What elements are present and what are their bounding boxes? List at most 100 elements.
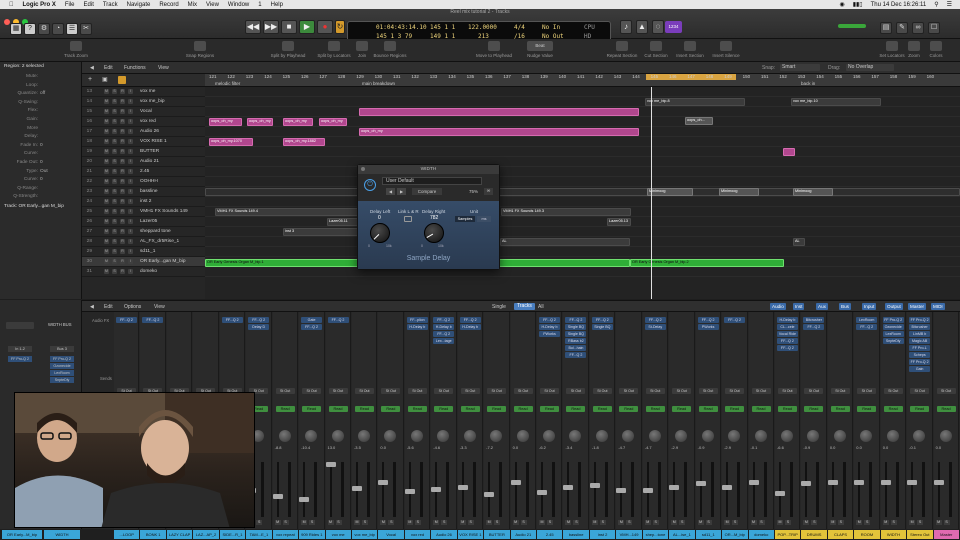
- plugin-slot[interactable]: LinMB b: [909, 331, 931, 337]
- fader-cap[interactable]: [774, 490, 785, 496]
- output-slot[interactable]: St Out: [936, 388, 956, 394]
- track-record-enable-button[interactable]: R: [120, 149, 125, 154]
- track-name[interactable]: bassline: [140, 189, 158, 194]
- marker-back-in[interactable]: back in: [801, 81, 815, 86]
- menu-track[interactable]: Track: [103, 2, 118, 8]
- track-name[interactable]: Lazer05: [140, 219, 157, 224]
- smart-controls-button[interactable]: ◔: [52, 23, 64, 35]
- link-icon[interactable]: ∞: [484, 188, 493, 195]
- track-input-monitor-button[interactable]: I: [128, 169, 133, 174]
- output-slot[interactable]: St Out: [513, 388, 533, 394]
- channel-solo-button[interactable]: S: [626, 520, 633, 525]
- plugin-slot[interactable]: FF...Q 2: [433, 331, 455, 337]
- track-lane[interactable]: [205, 267, 960, 277]
- plugin-slot[interactable]: PWorks: [697, 324, 719, 330]
- menu-1[interactable]: 1: [258, 2, 261, 8]
- track-record-enable-button[interactable]: R: [120, 229, 125, 234]
- track-header[interactable]: 16 M S R Ivox red: [82, 117, 205, 127]
- track-name[interactable]: sd11_1: [140, 249, 155, 254]
- volume-fader[interactable]: [510, 462, 521, 517]
- region-vox-red-1[interactable]: oops_oh_my: [209, 118, 242, 126]
- mixer-back-arrow-icon[interactable]: ◀: [90, 304, 94, 310]
- automation-mode-button[interactable]: Read: [725, 406, 745, 412]
- plugin-slot[interactable]: H-Delay b: [776, 317, 798, 323]
- volume-fader[interactable]: [589, 462, 600, 517]
- volume-readout[interactable]: -4.6: [433, 445, 440, 450]
- channel-solo-button[interactable]: S: [652, 520, 659, 525]
- add-track-icon[interactable]: +: [88, 76, 92, 83]
- channel-mute-button[interactable]: M: [406, 520, 413, 525]
- track-mute-button[interactable]: M: [104, 189, 109, 194]
- channel-name[interactable]: Master: [933, 530, 959, 539]
- lcd-time-signature[interactable]: 4/4: [514, 24, 525, 31]
- channel-solo-button[interactable]: S: [335, 520, 342, 525]
- mixer-tracks-button[interactable]: Tracks: [514, 303, 535, 310]
- volume-fader[interactable]: [404, 462, 415, 517]
- metronome-badge[interactable]: 1234: [665, 21, 682, 33]
- fader-cap[interactable]: [642, 487, 653, 493]
- automation-mode-button[interactable]: Read: [645, 406, 665, 412]
- channel-name[interactable]: CLAPS: [827, 530, 854, 539]
- track-header[interactable]: 26 M S R I Lazer05: [82, 217, 205, 227]
- fader-cap[interactable]: [457, 485, 468, 491]
- track-mute-button[interactable]: M: [104, 229, 109, 234]
- track-input-monitor-button[interactable]: I: [128, 269, 133, 274]
- channel-mute-button[interactable]: M: [697, 520, 704, 525]
- rewind-button[interactable]: ◀◀: [245, 20, 261, 34]
- automation-mode-button[interactable]: Read: [460, 406, 480, 412]
- inspector-plugin-slot-1[interactable]: FF Pro-Q 2: [8, 356, 32, 362]
- fader-cap[interactable]: [669, 484, 680, 490]
- plugin-slot[interactable]: FF...Q 2: [803, 324, 825, 330]
- channel-solo-button[interactable]: S: [441, 520, 448, 525]
- output-slot[interactable]: St Out: [910, 388, 930, 394]
- track-solo-button[interactable]: S: [112, 239, 117, 244]
- track-solo-button[interactable]: S: [112, 119, 117, 124]
- fader-cap[interactable]: [854, 480, 865, 485]
- channel-mute-button[interactable]: M: [935, 520, 942, 525]
- volume-readout[interactable]: 0.0: [856, 445, 862, 450]
- track-input-monitor-button[interactable]: I: [128, 149, 133, 154]
- fader-cap[interactable]: [880, 480, 891, 485]
- track-lane[interactable]: [205, 157, 960, 167]
- track-solo-button[interactable]: S: [112, 219, 117, 224]
- channel-solo-button[interactable]: S: [520, 520, 527, 525]
- volume-readout[interactable]: 0.0: [830, 445, 836, 450]
- preset-menu[interactable]: User Default: [382, 177, 482, 185]
- pan-knob[interactable]: [595, 430, 608, 442]
- fader-cap[interactable]: [748, 480, 759, 486]
- track-input-monitor-button[interactable]: I: [128, 139, 133, 144]
- track-input-monitor-button[interactable]: I: [128, 109, 133, 114]
- track-record-enable-button[interactable]: R: [120, 109, 125, 114]
- track-solo-button[interactable]: S: [112, 209, 117, 214]
- output-slot[interactable]: St Out: [302, 388, 322, 394]
- channel-name[interactable]: TAM...E_1: [246, 530, 272, 539]
- plugin-slot[interactable]: CL...cele: [776, 324, 798, 330]
- plugin-slot[interactable]: FF Pro-Q 2: [882, 317, 904, 323]
- mixer-filter-button[interactable]: Inst: [793, 303, 805, 310]
- automation-mode-button[interactable]: Read: [619, 406, 639, 412]
- region-audio26[interactable]: oops_oh_my: [359, 128, 639, 136]
- track-record-enable-button[interactable]: R: [120, 129, 125, 134]
- channel-mute-button[interactable]: M: [327, 520, 334, 525]
- automation-mode-button[interactable]: Read: [487, 406, 507, 412]
- marker-melodic-filter[interactable]: melodic filter: [215, 81, 240, 86]
- volume-fader[interactable]: [272, 462, 283, 517]
- preset-next-button[interactable]: ▶: [397, 188, 406, 195]
- track-input-monitor-button[interactable]: I: [128, 209, 133, 214]
- track-solo-button[interactable]: S: [112, 189, 117, 194]
- channel-name[interactable]: OR...M_bip: [722, 530, 748, 539]
- track-header[interactable]: 17 M S R I Audio 26: [82, 127, 205, 137]
- menu-view[interactable]: View: [206, 2, 219, 8]
- editors-button[interactable]: ✂: [80, 23, 92, 35]
- channel-solo-button[interactable]: S: [388, 520, 395, 525]
- automation-mode-button[interactable]: Read: [275, 406, 295, 412]
- output-slot[interactable]: St Out: [328, 388, 348, 394]
- output-slot[interactable]: St Out: [566, 388, 586, 394]
- pan-knob[interactable]: [728, 430, 741, 442]
- track-solo-button[interactable]: S: [112, 269, 117, 274]
- track-name[interactable]: sheppard tone: [140, 229, 171, 234]
- track-mute-button[interactable]: M: [104, 219, 109, 224]
- pan-knob[interactable]: [833, 430, 846, 442]
- volume-fader[interactable]: [722, 462, 733, 517]
- namebar-width-bus[interactable]: WIDTH: [44, 530, 80, 539]
